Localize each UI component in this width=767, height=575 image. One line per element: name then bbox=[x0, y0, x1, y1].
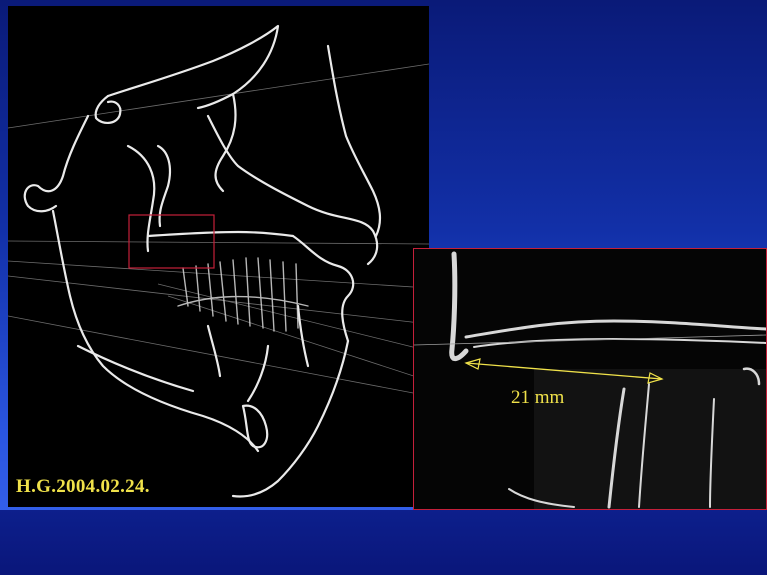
reference-lines bbox=[8, 63, 429, 397]
date-label: H.G.2004.02.24. bbox=[16, 476, 150, 497]
tracing-drawing bbox=[8, 24, 429, 498]
magnified-inset-image: 21 mm bbox=[413, 248, 767, 510]
measurement-label: 21 mm bbox=[511, 387, 565, 408]
skull-outline bbox=[23, 24, 382, 498]
inset-drawing bbox=[414, 249, 766, 509]
cephalometric-tracing-image: H.G.2004.02.24. bbox=[8, 6, 429, 507]
region-highlight-box bbox=[128, 214, 215, 269]
slide-footer-band bbox=[0, 510, 767, 575]
